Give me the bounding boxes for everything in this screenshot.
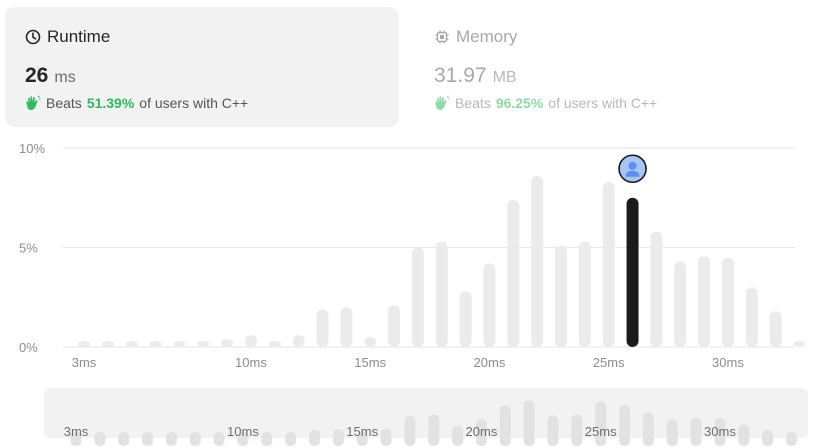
y-tick-label: 0% [19,340,38,355]
runtime-label: Runtime [47,27,111,46]
bar-highlight[interactable] [626,197,639,347]
mini-x-tick-label: 20ms [466,424,498,439]
mini-bar [332,429,344,446]
bar[interactable] [793,341,806,347]
mini-bar [261,432,273,446]
memory-beats-percent: 96.25% [495,95,544,111]
mini-bar [165,432,177,446]
mini-bar [762,430,774,446]
bar[interactable] [292,335,305,347]
bar[interactable] [388,305,401,347]
mini-bar [285,432,297,446]
mini-bar [142,432,154,446]
bar[interactable] [507,199,520,347]
runtime-beats-suffix: of users with C++ [139,95,249,111]
x-tick-label: 3ms [72,355,97,370]
y-tick-label: 10% [19,141,45,156]
bar[interactable] [125,341,138,347]
x-tick-label: 30ms [712,355,744,370]
mini-bar [571,414,583,446]
bar[interactable] [769,311,782,347]
bar[interactable] [340,307,353,347]
bar[interactable] [435,241,448,347]
clap-icon [25,95,41,111]
runtime-distribution-chart: 0% 5% 10% 3ms 10ms 15ms 20ms 25ms 30ms [19,141,806,370]
runtime-header: Runtime [25,27,110,47]
mini-bar [404,416,416,446]
mini-bar [499,405,511,446]
memory-number: 31.97 [434,64,487,87]
bar[interactable] [101,341,114,347]
bar[interactable] [578,241,591,347]
x-tick-label: 25ms [593,355,625,370]
clock-icon [25,29,41,45]
bar[interactable] [221,339,234,347]
bar[interactable] [745,287,758,347]
bar[interactable] [78,341,90,347]
bar[interactable] [316,309,329,347]
x-tick-label: 15ms [354,355,386,370]
memory-beats: Beats 96.25% of users with C++ [434,95,657,111]
bar[interactable] [531,175,544,347]
user-avatar-icon [618,154,647,184]
runtime-beats: Beats 51.39% of users with C++ [25,95,248,111]
mini-bar [213,432,225,446]
bar[interactable] [268,341,281,347]
clap-icon [434,95,450,111]
memory-beats-suffix: of users with C++ [548,95,658,111]
mini-bar [118,432,130,446]
memory-unit: MB [492,69,517,86]
mini-bar [189,432,201,446]
bar[interactable] [459,291,472,347]
runtime-unit: ms [54,69,76,86]
bar[interactable] [698,255,711,347]
runtime-beats-prefix: Beats [46,95,82,111]
mini-bar [380,428,392,446]
memory-beats-prefix: Beats [455,95,491,111]
mini-bar [309,429,320,446]
y-tick-label: 5% [19,241,38,256]
x-tick-label: 10ms [235,355,267,370]
mini-bar [666,419,678,446]
mini-bar [786,432,797,446]
memory-header: Memory [434,27,517,47]
range-selector-chart[interactable]: 3ms 10ms 15ms 20ms 25ms 30ms [0,380,817,448]
mini-bar [642,412,654,446]
mini-bar [690,417,702,446]
mini-x-tick-label: 25ms [585,424,617,439]
mini-bar [547,415,559,446]
runtime-value: 26 ms [25,64,76,88]
bar[interactable] [173,341,186,347]
bar[interactable] [555,245,567,347]
memory-value: 31.97 MB [434,64,517,88]
bar[interactable] [650,231,663,347]
mini-x-tick-label: 3ms [64,424,89,439]
mini-x-tick-label: 10ms [227,424,259,439]
mini-x-tick-label: 15ms [346,424,378,439]
mini-bar [452,425,464,446]
bar[interactable] [483,263,496,347]
mini-bar [428,414,440,446]
mini-bar [619,405,631,446]
mini-x-tick-label: 30ms [704,424,736,439]
runtime-beats-percent: 51.39% [86,95,135,111]
mini-bar [738,424,750,446]
bar[interactable] [411,247,424,348]
mini-bar [94,432,106,446]
bar[interactable] [602,181,615,347]
memory-card[interactable]: Memory 31.97 MB Beats 96.25% of users wi… [414,7,804,127]
runtime-number: 26 [25,64,49,87]
bar[interactable] [721,257,734,347]
chip-icon [434,29,450,45]
bar[interactable] [244,335,257,347]
bar[interactable] [364,337,377,347]
runtime-card[interactable]: Runtime 26 ms Beats 51.39% of users with… [5,7,399,127]
bar[interactable] [674,261,687,347]
bar[interactable] [197,341,210,347]
x-tick-label: 20ms [474,355,506,370]
bar[interactable] [149,341,162,347]
memory-label: Memory [456,27,518,46]
mini-bar [523,400,535,446]
